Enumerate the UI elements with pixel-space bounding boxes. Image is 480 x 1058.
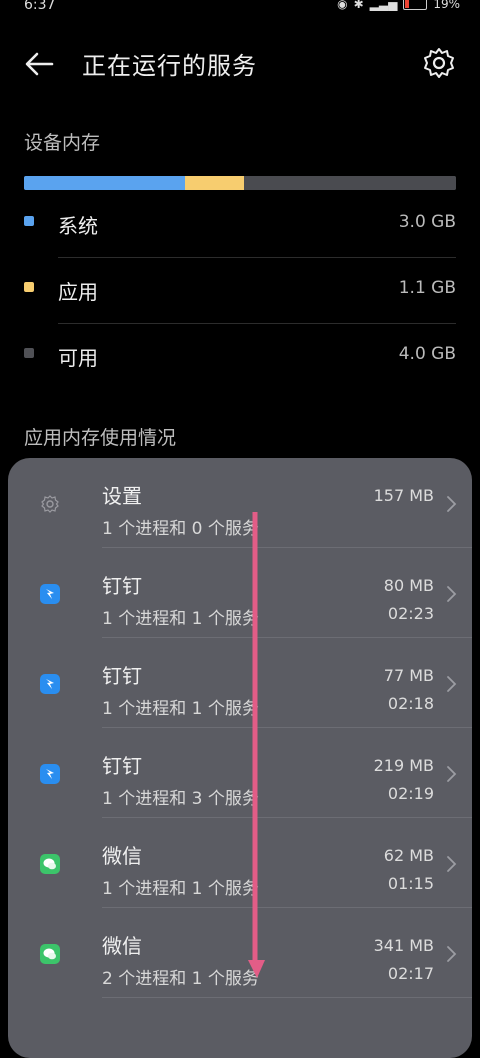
- divider: [102, 997, 472, 998]
- signal-icon: ▂▃▅: [369, 0, 398, 11]
- app-list-item[interactable]: 钉钉 1 个进程和 1 个服务 80 MB 02:23: [8, 548, 472, 638]
- bluetooth-icon: ✱: [353, 0, 364, 11]
- chevron-right-icon: [447, 946, 457, 962]
- app-memory-size: 157 MB: [373, 486, 434, 505]
- gear-icon[interactable]: [422, 46, 456, 80]
- app-process-summary: 1 个进程和 3 个服务: [102, 789, 259, 809]
- app-run-time: 02:18: [387, 694, 434, 713]
- status-icons: ◉ ✱ ▂▃▅ 19%: [337, 0, 460, 11]
- page-title: 正在运行的服务: [82, 52, 257, 80]
- legend-value: 1.1 GB: [398, 278, 456, 298]
- chevron-right-icon: [447, 676, 457, 692]
- app-run-time: 01:15: [387, 874, 434, 893]
- app-run-time: 02:17: [387, 964, 434, 983]
- app-memory-size: 341 MB: [373, 936, 434, 955]
- legend-color-dot: [24, 282, 34, 292]
- app-memory-size: 80 MB: [383, 576, 434, 595]
- app-run-time: 02:23: [387, 604, 434, 623]
- app-name: 微信: [102, 844, 142, 868]
- app-memory-size: 219 MB: [373, 756, 434, 775]
- battery-icon: [403, 0, 428, 10]
- status-bar: 6:37 ◉ ✱ ▂▃▅ 19%: [0, 0, 480, 18]
- app-bar: 正在运行的服务: [0, 36, 480, 92]
- status-time: 6:37: [24, 0, 56, 13]
- app-list-item[interactable]: 微信 2 个进程和 1 个服务 341 MB 02:17: [8, 908, 472, 998]
- app-memory-size: 62 MB: [383, 846, 434, 865]
- legend-value: 4.0 GB: [398, 344, 456, 364]
- chevron-right-icon: [447, 496, 457, 512]
- legend-label: 系统: [58, 214, 98, 238]
- memory-legend-row: 系统 3.0 GB: [24, 192, 456, 258]
- app-memory-size: 77 MB: [383, 666, 434, 685]
- app-run-time: 02:19: [387, 784, 434, 803]
- memory-bar-segment: [24, 176, 185, 190]
- app-list-item[interactable]: 设置 1 个进程和 0 个服务 157 MB: [8, 458, 472, 548]
- memory-bar-segment: [243, 176, 456, 190]
- app-name: 钉钉: [102, 754, 142, 778]
- app-process-summary: 1 个进程和 1 个服务: [102, 699, 259, 719]
- device-memory-heading: 设备内存: [24, 132, 101, 154]
- app-memory-list: 设置 1 个进程和 0 个服务 157 MB 钉钉 1 个进程和 1 个服务 80 MB 0…: [8, 458, 472, 1058]
- chevron-right-icon: [447, 766, 457, 782]
- memory-legend-row: 可用 4.0 GB: [24, 324, 456, 390]
- app-list-item[interactable]: 微信 1 个进程和 1 个服务 62 MB 01:15: [8, 818, 472, 908]
- memory-usage-bar: [24, 176, 456, 190]
- app-process-summary: 2 个进程和 1 个服务: [102, 969, 259, 989]
- eye-comfort-icon: ◉: [337, 0, 348, 11]
- memory-legend-row: 应用 1.1 GB: [24, 258, 456, 324]
- app-name: 设置: [102, 484, 142, 508]
- dingtalk-icon: [40, 764, 60, 784]
- legend-color-dot: [24, 216, 34, 226]
- dingtalk-icon: [40, 674, 60, 694]
- app-list-item[interactable]: 钉钉 1 个进程和 1 个服务 77 MB 02:18: [8, 638, 472, 728]
- chevron-right-icon: [447, 586, 457, 602]
- wechat-icon: [40, 944, 60, 964]
- legend-value: 3.0 GB: [398, 212, 456, 232]
- app-process-summary: 1 个进程和 1 个服务: [102, 879, 259, 899]
- back-arrow-icon[interactable]: [22, 46, 58, 82]
- settings-gear-icon: [40, 494, 60, 514]
- app-name: 微信: [102, 934, 142, 958]
- app-memory-heading: 应用内存使用情况: [24, 427, 177, 449]
- app-name: 钉钉: [102, 664, 142, 688]
- app-name: 钉钉: [102, 574, 142, 598]
- chevron-right-icon: [447, 856, 457, 872]
- app-list-item[interactable]: 钉钉 1 个进程和 3 个服务 219 MB 02:19: [8, 728, 472, 818]
- legend-label: 可用: [58, 346, 98, 370]
- wechat-icon: [40, 854, 60, 874]
- legend-label: 应用: [58, 280, 98, 304]
- app-process-summary: 1 个进程和 1 个服务: [102, 609, 259, 629]
- memory-bar-segment: [184, 176, 244, 190]
- legend-color-dot: [24, 348, 34, 358]
- app-process-summary: 1 个进程和 0 个服务: [102, 519, 259, 539]
- dingtalk-icon: [40, 584, 60, 604]
- battery-percent: 19%: [433, 0, 460, 11]
